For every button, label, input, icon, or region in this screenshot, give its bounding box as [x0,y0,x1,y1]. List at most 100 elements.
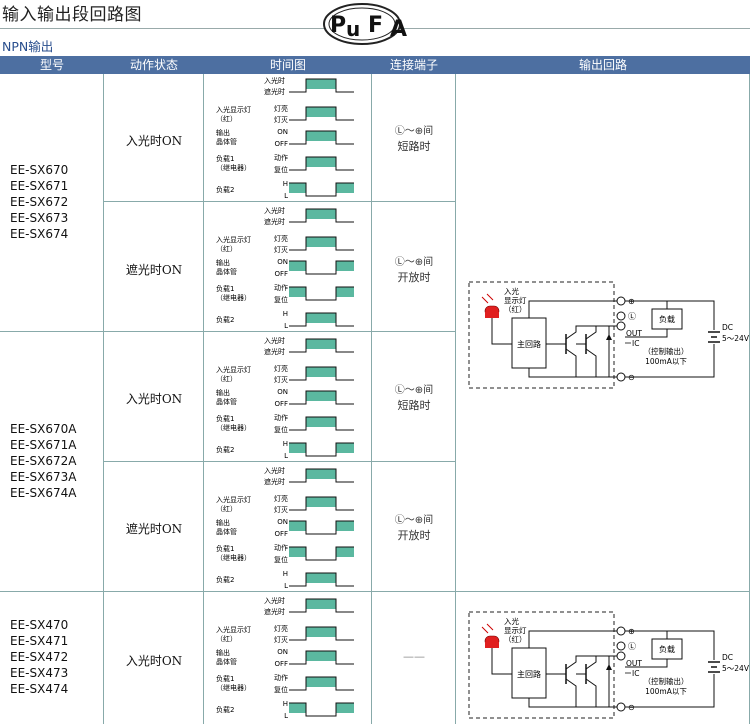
model-name: EE-SX670A [10,422,77,436]
label-load1: 负载1 [216,154,234,163]
label-on: ON [277,648,288,656]
dc-label: DC [722,323,733,332]
label-lamp-on: 灯亮 [274,104,288,113]
label-relay: （继电器） [216,163,251,172]
label-on: ON [277,518,288,526]
label-l: L [284,452,288,460]
pulse-light [306,339,336,349]
label-lamp-on: 灯亮 [274,494,288,503]
pulse-load1 [289,287,306,297]
model-name: EE-SX672A [10,454,77,468]
model-name: EE-SX473 [10,666,69,680]
state-light-on: 入光时ON [125,654,183,668]
pulse-light [306,469,336,479]
pulse-load2 [306,573,336,583]
pulse-load1 [306,417,336,427]
timing-charts: 入光时遮光时入光显示灯（红）灯亮灯灭输出晶体管ONOFF负载1（继电器）动作复位… [216,76,354,720]
label-transistor: 晶体管 [216,527,237,536]
terminal-symbol: Ⓛ～⊕间 [394,257,434,268]
label-off: OFF [274,140,288,148]
model-name: EE-SX472 [10,650,69,664]
subtitle-npn-output: NPN输出 [2,39,54,54]
terminal-icon [616,372,626,382]
model-name: EE-SX671A [10,438,77,452]
wire-minus [528,698,621,708]
transistor-2-collector [585,326,597,340]
svg-text:A: A [390,17,407,42]
pulse-indicator [306,237,336,247]
pulse-output [306,651,336,661]
led-ray [481,626,489,634]
model-name: EE-SX674 [10,227,69,241]
terminal-icon [616,311,626,321]
pulse-load1 [306,157,336,167]
pulse-load1 [289,547,306,557]
dc-label: DC [722,653,733,662]
pulse-load1 [336,547,354,557]
label-light-in: 入光时 [264,596,285,605]
model-name: EE-SX672 [10,195,69,209]
led-label: （红） [504,304,527,314]
label-lamp-on: 灯亮 [274,234,288,243]
label-reset: 复位 [274,295,288,304]
pulse-light [306,599,336,609]
voltage-label: 5～24V [722,664,749,673]
label-load2: 负载2 [216,445,234,454]
model-name: EE-SX670 [10,163,69,177]
load-label: 负载 [659,644,675,654]
pulse-indicator [306,497,336,507]
label-light-block: 遮光时 [264,217,285,226]
transistor-2-emitter [585,678,597,707]
control-output-label: （控制输出） [644,676,689,686]
label-output: 输出 [216,648,230,657]
led-label: （红） [504,634,527,644]
state-light-on: 入光时ON [125,134,183,148]
svg-text:P: P [330,13,346,38]
label-h: H [283,700,288,708]
led-label: 显示灯 [504,625,527,635]
label-on: ON [277,388,288,396]
model-name: EE-SX673A [10,470,77,484]
label-load1: 负载1 [216,544,234,553]
header-timing-chart: 时间图 [269,58,306,72]
model-group-2: EE-SX670A EE-SX671A EE-SX672A EE-SX673A … [10,421,76,501]
label-load2: 负载2 [216,705,234,714]
label-output: 输出 [216,388,230,397]
label-indicator-red: （红） [216,504,237,513]
pufa-logo: P u F A [323,3,407,45]
pulse-output [289,261,306,271]
state-dark-on: 遮光时ON [125,263,183,277]
label-lamp-on: 灯亮 [274,364,288,373]
wire-plus [528,300,621,318]
label-off: OFF [274,660,288,668]
label-light-in: 入光时 [264,336,285,345]
label-reset: 复位 [274,685,288,694]
model-name: EE-SX470 [10,618,69,632]
label-lamp-off: 灯灭 [274,245,288,254]
header-action-state: 动作状态 [129,58,178,72]
table-header: 型号 动作状态 时间图 连接端子 输出回路 [0,56,750,74]
terminal-condition: Ⓛ～⊕间 开放时 [372,255,456,285]
transistor-1-collector [565,325,604,340]
pulse-light [306,209,336,219]
led-icon-body [485,312,499,318]
terminal-icon [616,626,626,636]
label-light-in: 入光时 [264,466,285,475]
label-indicator-red: （红） [216,374,237,383]
label-light-in: 入光时 [264,206,285,215]
terminal-symbol: Ⓛ～⊕间 [394,385,434,396]
label-transistor: 晶体管 [216,137,237,146]
terminal-icon [616,641,626,651]
label-operate: 动作 [274,283,288,292]
label-operate: 动作 [274,543,288,552]
terminal-text: 短路时 [397,140,431,153]
current-limit-label: 100mA以下 [645,687,687,696]
label-l: L [284,192,288,200]
terminal-condition: Ⓛ～⊕间 短路时 [372,124,456,154]
terminal-icon [616,321,626,331]
label-h: H [283,310,288,318]
pulse-load2 [289,703,306,713]
transistor-1-emitter [565,678,577,707]
model-group-1: EE-SX670 EE-SX671 EE-SX672 EE-SX673 EE-S… [10,162,68,242]
wire-plus [528,630,621,648]
